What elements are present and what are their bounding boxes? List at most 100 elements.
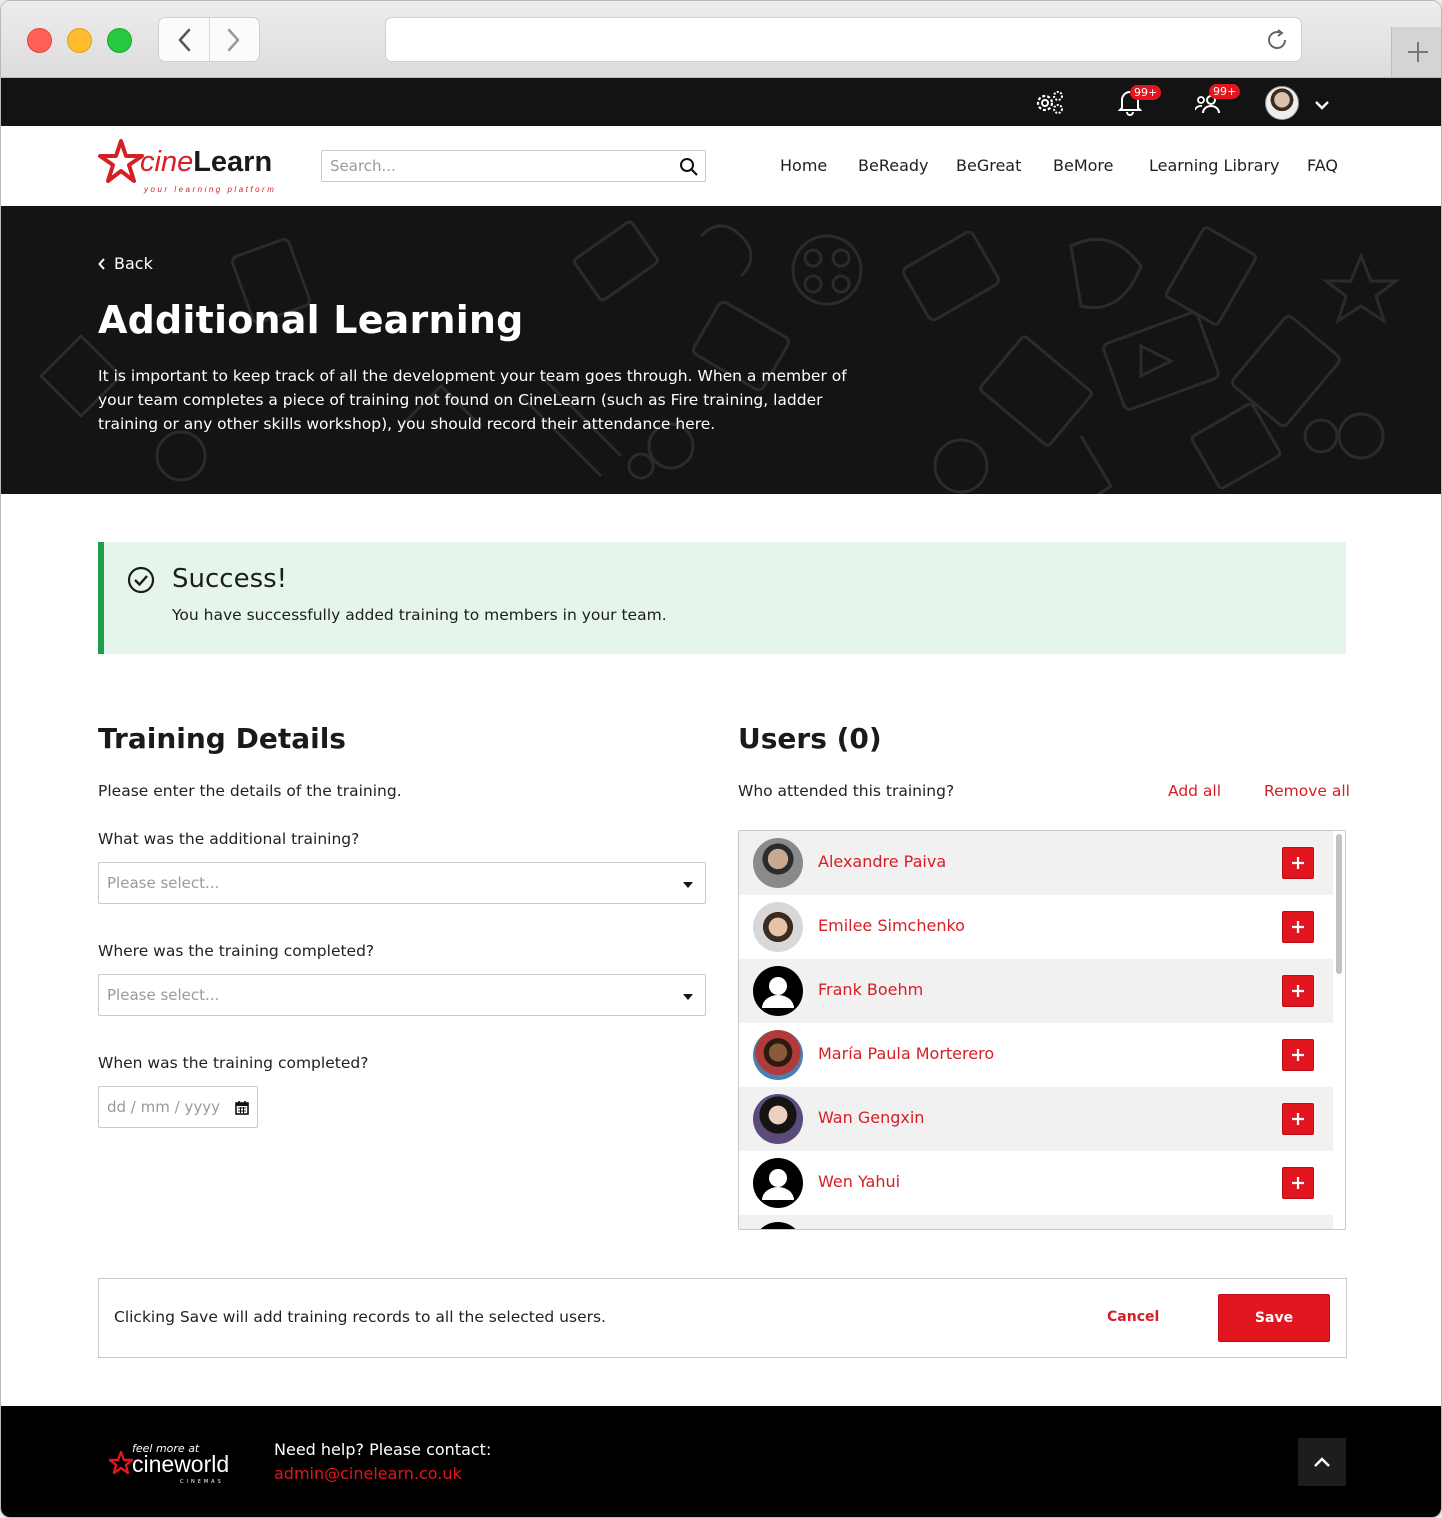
calendar-icon[interactable]	[235, 1100, 249, 1115]
success-alert: Success! You have successfully added tra…	[98, 542, 1346, 654]
training-location-select[interactable]: Please select...	[98, 974, 706, 1016]
users-list: Alexandre Paiva Emilee Simchenko Frank B…	[738, 830, 1346, 1230]
admin-settings-button[interactable]	[1034, 88, 1066, 120]
new-tab-button[interactable]	[1391, 27, 1441, 77]
user-name: Alexandre Paiva	[818, 852, 947, 871]
user-row: Wan Gengxin	[739, 1087, 1333, 1151]
search-box	[321, 150, 706, 182]
logo-subtitle: CINEMAS	[180, 1479, 224, 1485]
notifications-badge: 99+	[1130, 85, 1162, 100]
training-date-input[interactable]: dd / mm / yyyy	[98, 1086, 258, 1128]
chevron-left-icon	[178, 28, 190, 51]
success-message: You have successfully added training to …	[172, 606, 667, 624]
training-type-placeholder: Please select...	[107, 874, 220, 892]
plus-icon	[1292, 1177, 1304, 1189]
user-avatar	[753, 838, 803, 888]
training-type-label: What was the additional training?	[98, 830, 360, 848]
user-avatar	[753, 1094, 803, 1144]
default-avatar	[753, 1222, 803, 1229]
training-location-label: Where was the training completed?	[98, 942, 375, 960]
help-text: Need help? Please contact:	[274, 1440, 492, 1459]
cinema-pattern-background	[38, 220, 1401, 494]
star-icon	[98, 139, 144, 183]
plus-icon	[1407, 42, 1428, 62]
cancel-button[interactable]: Cancel	[1107, 1309, 1159, 1325]
user-row: Alexandre Paiva	[739, 831, 1333, 895]
user-avatar	[753, 902, 803, 952]
site-footer: feel more at cineworld CINEMAS Need help…	[1, 1406, 1441, 1517]
default-avatar	[753, 966, 803, 1016]
plus-icon	[1292, 1049, 1304, 1061]
users-heading: Users (0)	[738, 722, 882, 755]
user-name: Wan Gengxin	[818, 1108, 925, 1127]
add-all-link[interactable]: Add all	[1168, 782, 1221, 800]
nav-home[interactable]: Home	[780, 156, 827, 175]
browser-toolbar	[1, 1, 1441, 78]
chevron-down-icon	[1315, 101, 1329, 110]
user-row: María Paula Morterero	[739, 1023, 1333, 1087]
plus-icon	[1292, 921, 1304, 933]
nav-beready[interactable]: BeReady	[858, 156, 929, 175]
add-user-button[interactable]	[1282, 975, 1314, 1007]
plus-icon	[1292, 985, 1304, 997]
close-window-button[interactable]	[27, 28, 52, 53]
caret-down-icon	[683, 882, 693, 888]
add-user-button[interactable]	[1282, 911, 1314, 943]
nav-learning-library[interactable]: Learning Library	[1149, 156, 1280, 175]
training-type-select[interactable]: Please select...	[98, 862, 706, 904]
back-link[interactable]: Back	[98, 254, 153, 273]
page-description: It is important to keep track of all the…	[98, 367, 847, 433]
reload-button[interactable]	[1265, 28, 1289, 56]
search-input[interactable]	[322, 151, 667, 181]
user-name: Wen Yahui	[818, 1172, 901, 1191]
team-badge: 99+	[1209, 84, 1241, 99]
address-bar[interactable]	[385, 17, 1302, 62]
back-button[interactable]	[159, 18, 209, 61]
user-avatar	[753, 1030, 803, 1080]
team-button[interactable]: 99+	[1194, 84, 1241, 120]
caret-down-icon	[683, 994, 693, 1000]
account-menu-toggle[interactable]	[1314, 96, 1330, 115]
training-intro: Please enter the details of the training…	[98, 782, 402, 800]
users-question: Who attended this training?	[738, 782, 955, 800]
notifications-button[interactable]: 99+	[1117, 85, 1162, 120]
page-title: Additional Learning	[98, 298, 524, 342]
check-circle-icon	[127, 566, 155, 594]
remove-all-link[interactable]: Remove all	[1264, 782, 1350, 800]
logo-tagline: your learning platform	[144, 185, 277, 194]
user-silhouette-icon	[762, 1169, 794, 1200]
site-header: cineLearn your learning platform Home Be…	[1, 126, 1441, 206]
training-location-placeholder: Please select...	[107, 986, 220, 1004]
user-row: Emilee Simchenko	[739, 895, 1333, 959]
users-list-scrollbar[interactable]	[1336, 834, 1342, 974]
chevron-left-icon	[98, 257, 105, 270]
reload-icon	[1268, 29, 1286, 49]
add-user-button[interactable]	[1282, 847, 1314, 879]
save-button[interactable]: Save	[1218, 1294, 1330, 1342]
training-details-heading: Training Details	[98, 722, 346, 755]
chevron-right-icon	[228, 28, 240, 51]
hero-banner: Back Additional Learning It is important…	[1, 206, 1441, 494]
nav-bemore[interactable]: BeMore	[1053, 156, 1113, 175]
help-email-link[interactable]: admin@cinelearn.co.uk	[274, 1464, 462, 1483]
date-placeholder: dd / mm / yyyy	[107, 1098, 220, 1116]
gears-icon	[1036, 91, 1063, 114]
user-avatar[interactable]	[1265, 86, 1299, 120]
user-row: Wen Yahui	[739, 1151, 1333, 1215]
nav-begreat[interactable]: BeGreat	[956, 156, 1021, 175]
minimize-window-button[interactable]	[67, 28, 92, 53]
back-to-top-button[interactable]	[1298, 1438, 1346, 1486]
maximize-window-button[interactable]	[107, 28, 132, 53]
nav-faq[interactable]: FAQ	[1307, 156, 1338, 175]
user-row: Frank Boehm	[739, 959, 1333, 1023]
add-user-button[interactable]	[1282, 1039, 1314, 1071]
user-name: María Paula Morterero	[818, 1044, 995, 1063]
search-button[interactable]	[679, 157, 699, 181]
user-silhouette-icon	[762, 977, 794, 1008]
add-user-button[interactable]	[1282, 1167, 1314, 1199]
forward-button[interactable]	[208, 18, 260, 61]
training-date-label: When was the training completed?	[98, 1054, 369, 1072]
add-user-button[interactable]	[1282, 1103, 1314, 1135]
plus-icon	[1292, 857, 1304, 869]
chevron-up-icon	[1314, 1457, 1330, 1467]
